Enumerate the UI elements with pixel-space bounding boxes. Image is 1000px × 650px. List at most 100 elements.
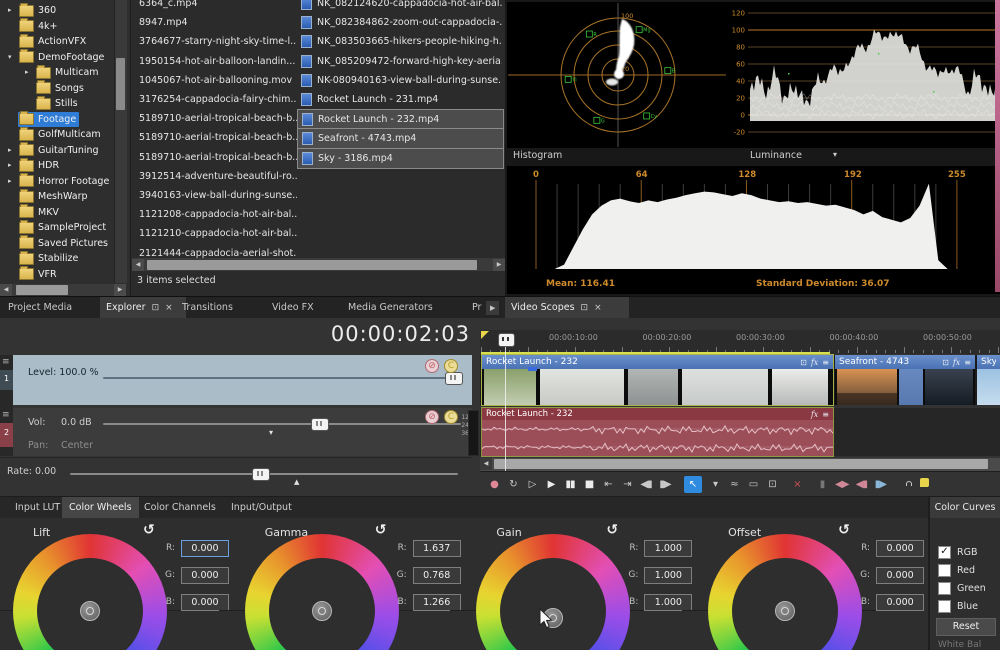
video-track-number[interactable]: 1 — [0, 370, 13, 390]
scroll-left-icon[interactable]: ◀ — [480, 458, 492, 470]
close-icon[interactable]: × — [165, 297, 173, 319]
file-item[interactable]: 1121210-cappadocia-hot-air-bal... — [131, 224, 297, 243]
channel-checkbox-red[interactable]: Red — [938, 563, 975, 577]
expand-icon[interactable]: ▸ — [8, 145, 12, 156]
tree-item-golfmulticam[interactable]: GolfMulticam — [0, 127, 114, 142]
tree-item-stills[interactable]: Stills — [0, 96, 114, 111]
tree-item-stabilize[interactable]: Stabilize — [0, 251, 114, 266]
color-wheel-handle[interactable] — [80, 601, 100, 621]
file-item[interactable]: 5189710-aerial-tropical-beach-b... — [131, 128, 297, 147]
scroll-right-icon[interactable]: ▶ — [493, 259, 505, 271]
tab-truncated[interactable]: Pr — [466, 297, 487, 319]
pause-icon[interactable]: ▮▮ — [564, 477, 576, 493]
selection-tool-icon[interactable]: ▭ — [747, 477, 759, 493]
tab-media-generators[interactable]: Media Generators — [342, 297, 439, 319]
level-slider-handle[interactable] — [445, 372, 463, 385]
file-list-horizontal-scrollbar[interactable]: ◀ ▶ — [132, 258, 505, 271]
tab-transitions[interactable]: Transitions — [176, 297, 239, 319]
float-window-icon[interactable]: ⊡ — [581, 297, 589, 319]
float-window-icon[interactable]: ⊡ — [152, 297, 160, 319]
tree-item-demofootage[interactable]: ▾DemoFootage — [0, 50, 114, 65]
rate-slider-handle[interactable] — [252, 468, 270, 481]
color-wheel-ring[interactable] — [708, 534, 862, 650]
tree-item-mkv[interactable]: MKV — [0, 205, 114, 220]
collapse-icon[interactable]: ▾ — [8, 52, 12, 63]
scope-type-select[interactable]: Histogram — [513, 150, 562, 161]
curves-reset-button[interactable]: Reset — [936, 618, 996, 636]
file-item[interactable]: 8947.mp4 — [131, 13, 297, 32]
waveform-mode-select[interactable]: Luminance — [750, 150, 802, 161]
audio-track-header[interactable]: Vol: 0.0 dB ▾ Pan: Center ⊘ C 122436 — [13, 408, 472, 456]
timeline-hscroll-thumb[interactable] — [494, 459, 988, 469]
pan-crop-icon[interactable]: ⊡ — [800, 358, 807, 367]
timeline-marker[interactable] — [481, 331, 489, 339]
level-slider[interactable] — [103, 377, 455, 379]
tab-scroll-right-icon[interactable]: ▶ — [486, 301, 499, 315]
file-item[interactable]: 5189710-aerial-tropical-beach-b... — [131, 148, 297, 167]
tree-hscroll-thumb[interactable] — [16, 285, 68, 295]
chevron-down-icon[interactable]: ▾ — [833, 150, 837, 159]
go-to-start-icon[interactable]: ⇤ — [602, 477, 614, 493]
tree-vertical-scrollbar[interactable] — [114, 0, 127, 283]
mute-icon[interactable]: ⊘ — [425, 359, 439, 373]
marker[interactable] — [918, 477, 930, 493]
scroll-left-icon[interactable]: ◀ — [132, 259, 144, 271]
stop-icon[interactable]: ■ — [583, 477, 595, 493]
tree-item-songs[interactable]: Songs — [0, 81, 114, 96]
record-icon[interactable]: ● — [488, 477, 500, 493]
volume-slider[interactable] — [103, 423, 461, 425]
file-item-selected[interactable]: Sky - 3186.mp4 — [297, 148, 504, 169]
pan-crop-icon[interactable]: ⊡ — [942, 358, 949, 367]
hamburger-icon[interactable]: ≡ — [2, 410, 10, 420]
play-icon[interactable]: ▶ — [545, 477, 557, 493]
file-item[interactable]: NK_085209472-forward-high-key-aeria... — [297, 52, 502, 71]
video-clip-rocket[interactable]: Rocket Launch - 232 ⊡ fx ≡ — [482, 355, 833, 405]
color-wheel-ring[interactable] — [476, 534, 630, 650]
go-to-end-icon[interactable]: ⇥ — [621, 477, 633, 493]
tree-item-multicam[interactable]: ▸Multicam — [0, 65, 114, 80]
tree-item-actionvfx[interactable]: ActionVFX — [0, 34, 114, 49]
volume-slider-handle[interactable] — [311, 418, 329, 431]
next-frame-icon[interactable]: ▮▶ — [659, 477, 671, 493]
tab-video-fx[interactable]: Video FX — [266, 297, 320, 319]
file-item[interactable]: 5189710-aerial-tropical-beach-b... — [131, 109, 297, 128]
checkbox-icon[interactable] — [938, 564, 951, 577]
expand-icon[interactable]: ▸ — [8, 160, 12, 171]
timeline-ruler[interactable]: 00:00:10:0000:00:20:0000:00:30:0000:00:4… — [480, 330, 1000, 354]
audio-track-number[interactable]: 2 — [0, 423, 13, 447]
file-item[interactable]: 6364_c.mp4 — [131, 0, 297, 13]
tree-item-4k-[interactable]: 4k+ — [0, 19, 114, 34]
hamburger-icon[interactable]: ≡ — [822, 358, 829, 367]
audio-clip-rocket[interactable]: Rocket Launch - 232 fx ≡ — [482, 408, 833, 456]
pan-value[interactable]: Center — [61, 440, 93, 451]
tree-item-vfr[interactable]: VFR — [0, 267, 114, 282]
playhead-line[interactable] — [505, 345, 506, 471]
mute-icon[interactable]: ⊘ — [425, 410, 439, 424]
color-wheel-handle[interactable] — [312, 601, 332, 621]
hamburger-icon[interactable]: ≡ — [822, 410, 829, 419]
playhead-head[interactable] — [498, 333, 515, 347]
scroll-right-icon[interactable]: ▶ — [114, 284, 126, 296]
loop-region-bar[interactable] — [481, 352, 830, 354]
checkbox-icon[interactable]: ✓ — [938, 546, 951, 559]
hamburger-icon[interactable]: ≡ — [2, 357, 10, 367]
file-item[interactable]: 3940163-view-ball-during-sunse... — [131, 186, 297, 205]
tree-item-guitartuning[interactable]: ▸GuitarTuning — [0, 143, 114, 158]
tree-horizontal-scrollbar[interactable]: ◀ ▶ — [0, 284, 126, 296]
tree-item-meshwarp[interactable]: MeshWarp — [0, 189, 114, 204]
file-item[interactable]: 3764677-starry-night-sky-time-l... — [131, 32, 297, 51]
loop-playback-icon[interactable]: ↻ — [507, 477, 519, 493]
file-item[interactable]: 3912514-adventure-beautiful-ro... — [131, 167, 297, 186]
tool-dropdown-icon[interactable]: ▾ — [709, 477, 721, 493]
file-item[interactable]: 2121444-cappadocia-aerial-shot... — [131, 244, 297, 258]
prev-frame-icon[interactable]: ◀▮ — [640, 477, 652, 493]
solo-icon[interactable]: C — [444, 410, 458, 424]
tree-item-360[interactable]: ▸360 — [0, 3, 114, 18]
trim-pair-icon[interactable]: ◀▶ — [835, 477, 848, 493]
checkbox-icon[interactable] — [938, 582, 951, 595]
file-item[interactable]: NK_082384862-zoom-out-cappadocia-... — [297, 13, 502, 32]
tab-video-scopes[interactable]: Video Scopes⊡× — [505, 297, 629, 319]
channel-checkbox-rgb[interactable]: ✓RGB — [938, 545, 977, 559]
tree-item-sampleproject[interactable]: SampleProject — [0, 220, 114, 235]
tree-item-hdr[interactable]: ▸HDR — [0, 158, 114, 173]
